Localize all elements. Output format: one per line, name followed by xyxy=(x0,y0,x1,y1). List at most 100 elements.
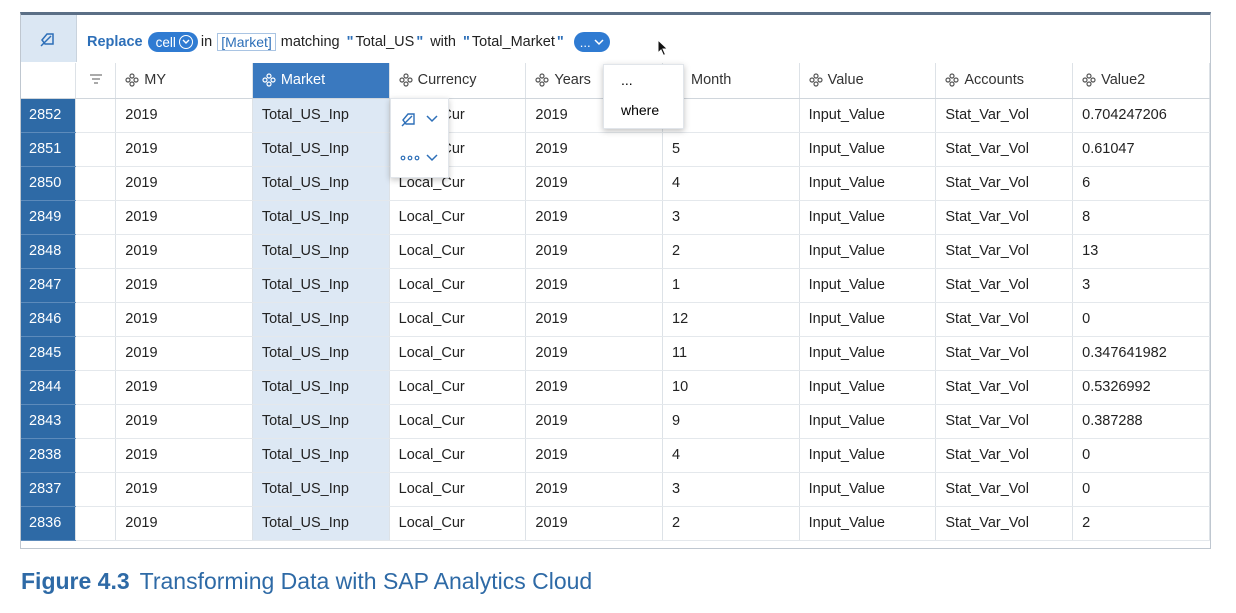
table-cell[interactable]: 2019 xyxy=(525,200,663,235)
table-row[interactable]: 2849 2019 Total_US_Inp Local_Cur 2019 3 Input_… xyxy=(21,200,1210,235)
table-cell[interactable]: Total_US_Inp xyxy=(252,234,390,269)
table-cell[interactable]: Stat_Var_Vol xyxy=(935,506,1074,541)
table-cell[interactable]: 0 xyxy=(1072,472,1210,507)
table-cell[interactable]: 2019 xyxy=(525,438,663,473)
column-token[interactable]: [Market] xyxy=(217,33,276,51)
row-index[interactable]: 2846 xyxy=(21,302,77,337)
table-cell[interactable]: 2019 xyxy=(525,268,663,303)
table-cell[interactable]: Input_Value xyxy=(799,370,937,405)
table-cell[interactable]: Stat_Var_Vol xyxy=(935,234,1074,269)
table-cell[interactable]: 6 xyxy=(1072,166,1210,201)
table-cell[interactable]: 0.61047 xyxy=(1072,132,1210,167)
table-cell[interactable]: 2019 xyxy=(115,404,253,439)
table-cell[interactable]: Stat_Var_Vol xyxy=(935,404,1074,439)
table-cell[interactable]: Input_Value xyxy=(799,166,937,201)
table-cell[interactable]: Total_US_Inp xyxy=(252,370,390,405)
table-cell[interactable]: 2019 xyxy=(115,98,253,133)
table-cell[interactable]: 11 xyxy=(662,336,800,371)
table-cell[interactable]: Local_Cur xyxy=(389,302,527,337)
table-cell[interactable]: 2 xyxy=(662,506,800,541)
table-cell[interactable]: 12 xyxy=(662,302,800,337)
menu-item-where[interactable]: where xyxy=(604,95,683,125)
table-cell[interactable]: Total_US_Inp xyxy=(252,404,390,439)
table-cell[interactable]: Input_Value xyxy=(799,268,937,303)
row-index[interactable]: 2851 xyxy=(21,132,77,167)
table-cell[interactable]: Input_Value xyxy=(799,234,937,269)
column-header-my[interactable]: MY xyxy=(115,63,253,99)
table-row[interactable]: 2850 2019 Total_US_Inp Local_Cur 2019 4 Input_… xyxy=(21,166,1210,201)
row-index[interactable]: 2848 xyxy=(21,234,77,269)
table-cell[interactable]: 2 xyxy=(1072,506,1210,541)
table-cell[interactable]: Local_Cur xyxy=(389,234,527,269)
row-index[interactable]: 2849 xyxy=(21,200,77,235)
table-cell[interactable]: 2019 xyxy=(525,404,663,439)
table-cell[interactable]: Stat_Var_Vol xyxy=(935,98,1074,133)
more-actions-button[interactable] xyxy=(391,138,448,177)
column-header-market[interactable]: Market xyxy=(252,63,390,99)
table-row[interactable]: 2837 2019 Total_US_Inp Local_Cur 2019 3 Input_… xyxy=(21,472,1210,507)
table-cell[interactable]: 2019 xyxy=(525,132,663,167)
table-cell[interactable]: 2019 xyxy=(115,302,253,337)
table-cell[interactable]: 0 xyxy=(1072,302,1210,337)
table-cell[interactable]: 13 xyxy=(1072,234,1210,269)
column-header-accounts[interactable]: Accounts xyxy=(935,63,1074,99)
row-index[interactable]: 2843 xyxy=(21,404,77,439)
table-cell[interactable]: 2019 xyxy=(115,336,253,371)
row-index[interactable]: 2836 xyxy=(21,506,77,541)
table-cell[interactable]: Stat_Var_Vol xyxy=(935,438,1074,473)
table-cell[interactable]: 2019 xyxy=(115,234,253,269)
table-row[interactable]: 2848 2019 Total_US_Inp Local_Cur 2019 2 Input_… xyxy=(21,234,1210,269)
table-cell[interactable]: Local_Cur xyxy=(389,200,527,235)
table-cell[interactable]: Stat_Var_Vol xyxy=(935,472,1074,507)
table-cell[interactable]: Local_Cur xyxy=(389,268,527,303)
table-cell[interactable]: 0.387288 xyxy=(1072,404,1210,439)
table-row[interactable]: 2845 2019 Total_US_Inp Local_Cur 2019 11 Input… xyxy=(21,336,1210,371)
table-cell[interactable]: Input_Value xyxy=(799,132,937,167)
column-header-currency[interactable]: Currency xyxy=(389,63,527,99)
find-value[interactable]: Total_US xyxy=(355,34,414,50)
table-cell[interactable]: Local_Cur xyxy=(389,472,527,507)
table-cell[interactable]: 4 xyxy=(662,166,800,201)
table-cell[interactable]: Stat_Var_Vol xyxy=(935,302,1074,337)
table-cell[interactable]: 2019 xyxy=(115,472,253,507)
table-cell[interactable]: 2019 xyxy=(525,370,663,405)
more-options-button[interactable]: ... xyxy=(573,32,610,52)
table-row[interactable]: 2846 2019 Total_US_Inp Local_Cur 2019 12 Input… xyxy=(21,302,1210,337)
table-cell[interactable]: Total_US_Inp xyxy=(252,336,390,371)
table-cell[interactable]: Total_US_Inp xyxy=(252,302,390,337)
filter-icon[interactable] xyxy=(89,74,102,84)
filter-header[interactable] xyxy=(75,63,117,99)
table-cell[interactable]: 2019 xyxy=(525,166,663,201)
row-index[interactable]: 2847 xyxy=(21,268,77,303)
table-cell[interactable]: Total_US_Inp xyxy=(252,472,390,507)
table-cell[interactable]: 2019 xyxy=(115,370,253,405)
row-index[interactable]: 2838 xyxy=(21,438,77,473)
table-cell[interactable]: Stat_Var_Vol xyxy=(935,336,1074,371)
table-cell[interactable]: 2019 xyxy=(525,472,663,507)
table-cell[interactable]: Local_Cur xyxy=(389,370,527,405)
table-cell[interactable]: 2019 xyxy=(525,234,663,269)
table-row[interactable]: 2843 2019 Total_US_Inp Local_Cur 2019 9 Input_… xyxy=(21,404,1210,439)
table-cell[interactable]: 2019 xyxy=(525,302,663,337)
row-index[interactable]: 2844 xyxy=(21,370,77,405)
table-row[interactable]: 2844 2019 Total_US_Inp Local_Cur 2019 10 Input… xyxy=(21,370,1210,405)
table-cell[interactable]: Local_Cur xyxy=(389,404,527,439)
table-cell[interactable]: Stat_Var_Vol xyxy=(935,200,1074,235)
table-cell[interactable]: Input_Value xyxy=(799,98,937,133)
table-cell[interactable]: Total_US_Inp xyxy=(252,200,390,235)
transform-menu-button[interactable] xyxy=(391,99,448,138)
table-cell[interactable]: Stat_Var_Vol xyxy=(935,166,1074,201)
table-cell[interactable]: Input_Value xyxy=(799,404,937,439)
table-cell[interactable]: Input_Value xyxy=(799,336,937,371)
table-cell[interactable]: Input_Value xyxy=(799,438,937,473)
table-cell[interactable]: 1 xyxy=(662,268,800,303)
table-cell[interactable]: Input_Value xyxy=(799,200,937,235)
row-index[interactable]: 2845 xyxy=(21,336,77,371)
table-cell[interactable]: Local_Cur xyxy=(389,336,527,371)
table-cell[interactable]: 3 xyxy=(662,200,800,235)
row-index[interactable]: 2850 xyxy=(21,166,77,201)
table-cell[interactable]: Input_Value xyxy=(799,302,937,337)
table-cell[interactable]: Stat_Var_Vol xyxy=(935,268,1074,303)
table-cell[interactable]: 2019 xyxy=(115,200,253,235)
row-index[interactable]: 2852 xyxy=(21,98,77,133)
